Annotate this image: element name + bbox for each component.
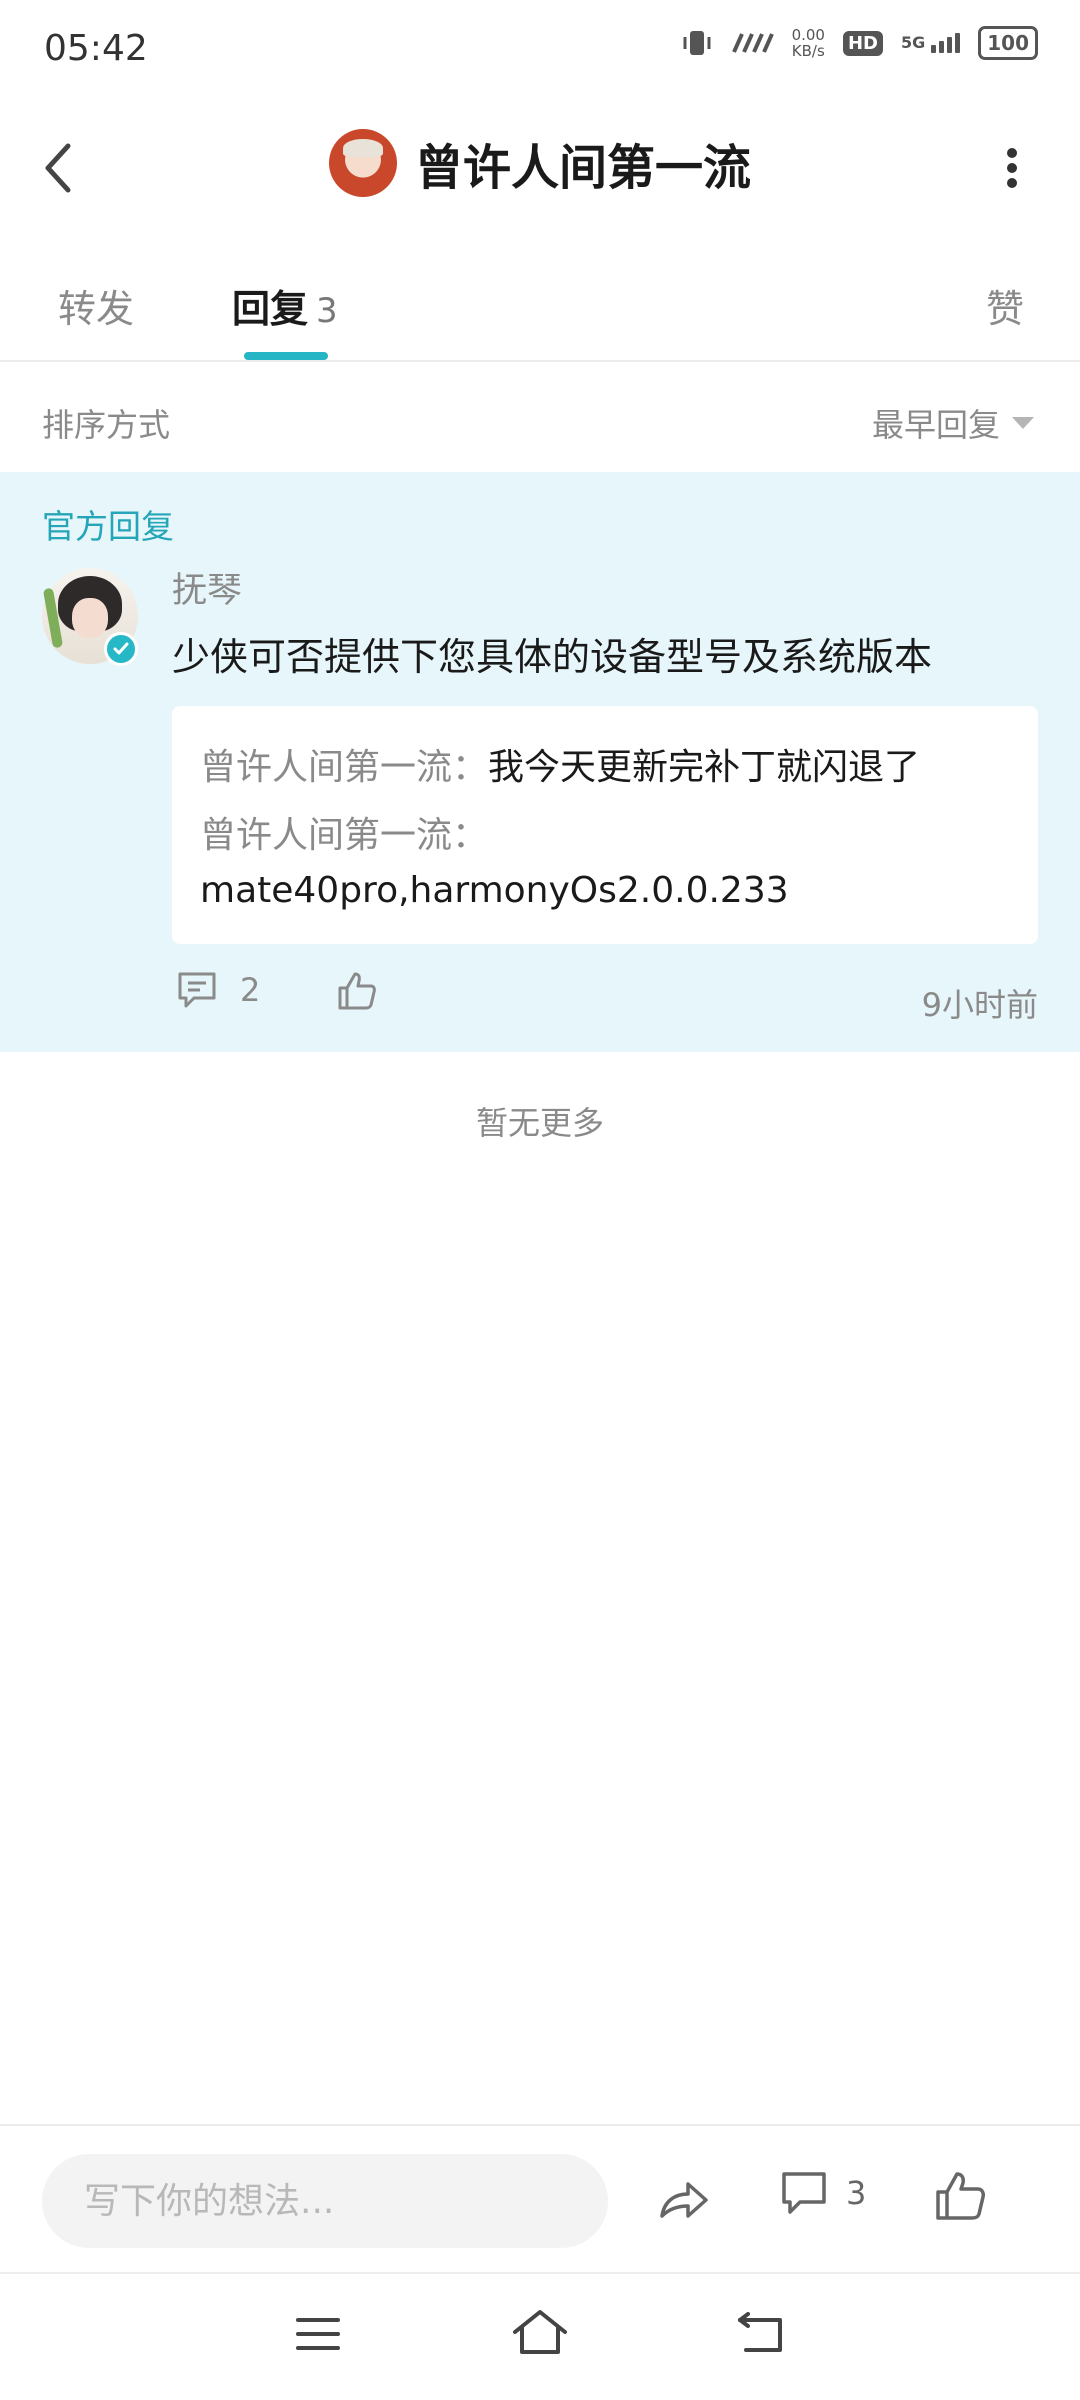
reply-timestamp: 9小时前 [921,986,1038,1024]
quoted-reply-1: 曾许人间第一流：我今天更新完补丁就闪退了 [200,747,921,788]
reply-comment-button[interactable]: 2 [176,970,260,1010]
reply-content: 少侠可否提供下您具体的设备型号及系统版本 [172,635,933,679]
share-icon [660,2182,708,2218]
quoted-author: 曾许人间第一流 [200,747,453,788]
comments-button[interactable]: 3 [780,2170,866,2216]
menu-icon [296,2318,340,2350]
author-avatar[interactable] [328,129,397,197]
share-button[interactable] [656,2172,712,2228]
bottom-divider [0,2124,1080,2126]
tab-forward[interactable]: 转发 [58,278,134,333]
thumbs-up-icon [338,972,376,1010]
quoted-author: 曾许人间第一流 [200,815,453,856]
reply-like-button[interactable] [336,970,378,1012]
comment-input[interactable] [42,2154,608,2248]
caret-down-icon [1012,417,1034,429]
thumbs-up-icon [936,2172,985,2220]
nav-back-button[interactable] [736,2312,788,2356]
reply-author[interactable]: 抚琴 [172,562,242,613]
sort-label: 排序方式 [42,406,171,444]
nav-home-button[interactable] [510,2308,570,2358]
comment-icon [178,972,216,1008]
tab-reply-label: 回复 [232,287,309,331]
comments-count: 3 [846,2174,867,2212]
quoted-reply-2: 曾许人间第一流： [200,815,489,856]
like-button[interactable] [932,2168,988,2224]
signal-5g-icon: 5G [901,33,961,53]
page-title: 曾许人间第一流 [414,140,751,196]
sort-dropdown[interactable]: 最早回复 [872,400,1034,446]
header: 曾许人间第一流 [0,128,1080,198]
reply-comment-count: 2 [240,971,261,1009]
tab-divider [0,360,1080,362]
quoted-text: 我今天更新完补丁就闪退了 [488,747,921,788]
back-arrow-icon [738,2312,782,2352]
tab-reply-count: 3 [316,291,338,331]
comment-icon [782,2172,826,2214]
more-vertical-icon [1007,148,1017,158]
status-time: 05:42 [44,28,148,69]
battery-indicator: 100 [978,26,1038,60]
no-more-text: 暂无更多 [475,1104,604,1142]
tab-active-indicator [244,352,328,360]
official-reply-label: 官方回复 [42,507,174,546]
home-icon [513,2310,567,2354]
no-sim-signal-icon [731,33,774,53]
nav-divider [0,2272,1080,2274]
tab-like[interactable]: 赞 [986,278,1024,333]
vibrate-icon [683,31,711,55]
sort-value: 最早回复 [871,406,1000,444]
tab-reply[interactable]: 回复 3 [232,278,338,333]
verified-icon [104,632,138,666]
more-button[interactable] [1004,148,1020,188]
status-icons: 0.00 KB/s HD 5G 100 [680,26,1038,60]
nav-recents-button[interactable] [296,2314,340,2354]
net-speed: 0.00 KB/s [791,26,825,60]
quoted-text: mate40pro,harmonyOs2.0.0.233 [200,870,789,911]
hd-badge: HD [842,30,883,56]
quoted-replies[interactable]: 曾许人间第一流：我今天更新完补丁就闪退了 曾许人间第一流： mate40pro,… [172,706,1038,944]
